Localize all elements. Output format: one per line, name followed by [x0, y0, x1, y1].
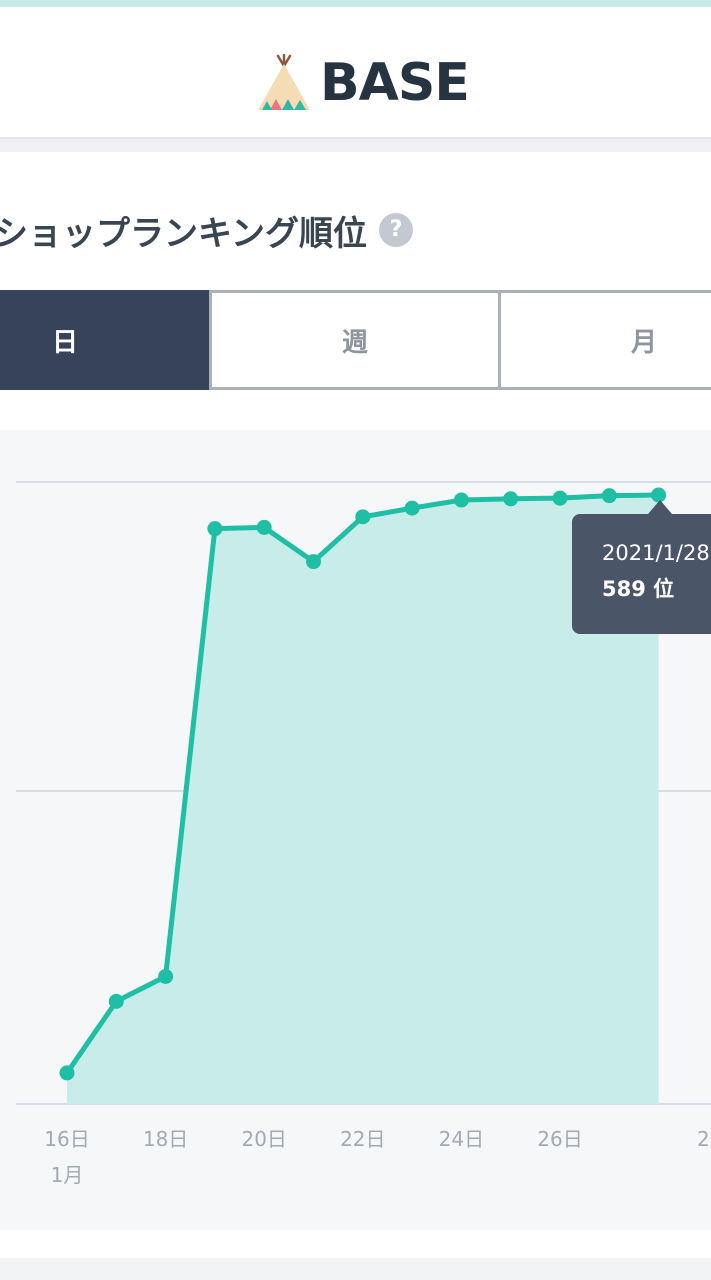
data-point-day-18[interactable] [158, 968, 174, 984]
data-point-day-27[interactable] [601, 488, 617, 504]
chart-tooltip: 2021/1/28 589 位 [572, 514, 711, 634]
data-point-day-19[interactable] [207, 521, 223, 537]
x-tick-label: 29 [697, 1127, 711, 1151]
x-tick-label: 18日 [143, 1127, 188, 1151]
section-title: ショップランキング順位 [0, 213, 367, 254]
data-point-day-20[interactable] [256, 519, 272, 535]
tooltip-date: 2021/1/28 [602, 541, 710, 565]
logo-text: BASE [320, 53, 470, 113]
x-tick-label: 20日 [241, 1127, 286, 1151]
data-point-day-24[interactable] [453, 492, 469, 508]
data-point-day-21[interactable] [306, 554, 321, 570]
data-point-day-25[interactable] [503, 491, 519, 507]
period-tabs: 日 週 月 [0, 290, 711, 390]
x-month-label: 1月 [51, 1163, 84, 1187]
help-icon[interactable]: ? [378, 213, 413, 247]
x-tick-label: 16日 [44, 1127, 89, 1151]
tab-week[interactable]: 週 [209, 290, 501, 390]
tab-month[interactable]: 月 [501, 290, 711, 390]
top-accent-bar [0, 0, 711, 7]
data-point-day-22[interactable] [355, 509, 371, 525]
data-point-day-23[interactable] [404, 500, 420, 516]
header-divider [0, 139, 711, 152]
base-logo[interactable]: BASE [256, 51, 470, 115]
section-header: ショップランキング順位 ? [0, 200, 413, 260]
x-tick-label: 26日 [537, 1127, 582, 1151]
tipi-logo-icon [258, 54, 310, 110]
data-point-day-16[interactable] [59, 1065, 75, 1081]
data-point-day-17[interactable] [108, 993, 124, 1009]
ranking-area [67, 495, 659, 1104]
bottom-divider [0, 1258, 711, 1280]
x-tick-label: 24日 [439, 1127, 484, 1151]
tooltip-arrow [648, 500, 672, 514]
tab-day[interactable]: 日 [0, 290, 209, 390]
x-tick-label: 22日 [340, 1127, 385, 1151]
app-header: BASE [0, 7, 711, 139]
data-point-day-26[interactable] [552, 490, 568, 506]
tooltip-value: 589 位 [602, 577, 675, 601]
